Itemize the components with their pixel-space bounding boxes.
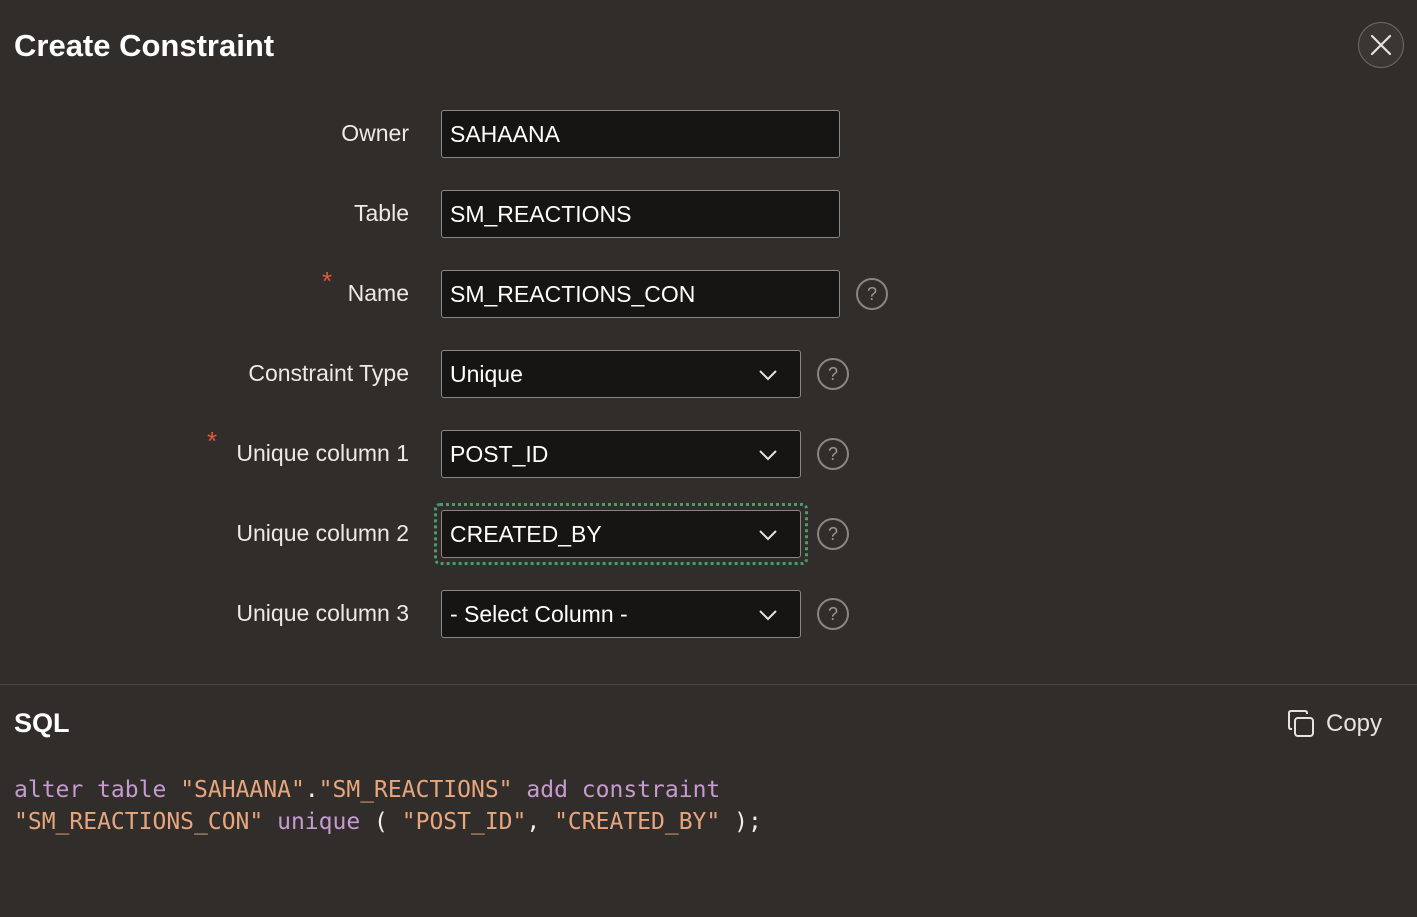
unique-column-3-row: Unique column 3 - Select Column - ? <box>0 590 1417 638</box>
constraint-type-value: Unique <box>450 361 523 387</box>
sql-string: "POST_ID" <box>401 809 527 835</box>
chevron-down-icon <box>759 450 777 461</box>
constraint-type-select[interactable]: Unique <box>441 350 801 398</box>
copy-icon <box>1288 710 1314 737</box>
sql-space <box>166 777 180 803</box>
sql-keyword: unique <box>277 809 361 835</box>
name-row: * Name SM_REACTIONS_CON ? <box>0 266 1417 318</box>
sql-string: "SM_REACTIONS" <box>318 777 513 803</box>
table-label: Table <box>354 200 409 226</box>
unique-column-2-select[interactable]: CREATED_BY <box>441 510 801 558</box>
chevron-down-icon <box>759 370 777 381</box>
table-field[interactable]: SM_REACTIONS <box>441 190 840 238</box>
unique-column-2-label: Unique column 2 <box>236 520 409 546</box>
required-marker: * <box>322 266 333 296</box>
copy-button[interactable]: Copy <box>1286 709 1382 739</box>
unique-column-1-select[interactable]: POST_ID <box>441 430 801 478</box>
help-icon[interactable]: ? <box>817 518 849 550</box>
unique-column-3-value: - Select Column - <box>450 601 628 627</box>
unique-column-1-label: Unique column 1 <box>236 440 409 466</box>
owner-label: Owner <box>341 120 409 146</box>
sql-punct: ); <box>720 809 762 835</box>
unique-column-1-value: POST_ID <box>450 441 549 467</box>
sql-string: "SM_REACTIONS_CON" <box>14 809 264 835</box>
unique-column-3-select[interactable]: - Select Column - <box>441 590 801 638</box>
name-label: Name <box>347 280 409 306</box>
sql-punct: ( <box>360 809 402 835</box>
sql-section-title: SQL <box>14 708 70 738</box>
sql-space <box>263 809 277 835</box>
unique-column-2-row: Unique column 2 CREATED_BY ? <box>0 503 1417 565</box>
dialog-title: Create Constraint <box>14 28 275 63</box>
name-input[interactable]: SM_REACTIONS_CON <box>441 270 840 318</box>
sql-keyword: alter table <box>14 777 167 803</box>
help-icon[interactable]: ? <box>817 598 849 630</box>
unique-column-1-row: * Unique column 1 POST_ID ? <box>0 426 1417 478</box>
section-divider <box>0 684 1417 685</box>
sql-punct: . <box>304 777 319 803</box>
sql-string: "CREATED_BY" <box>554 809 721 835</box>
sql-space <box>513 777 527 803</box>
unique-column-2-value: CREATED_BY <box>450 521 602 547</box>
owner-row: Owner SAHAANA <box>0 110 1417 158</box>
sql-code: alter table "SAHAANA"."SM_REACTIONS" add… <box>14 774 762 838</box>
help-icon[interactable]: ? <box>817 438 849 470</box>
table-row: Table SM_REACTIONS <box>0 190 1417 238</box>
constraint-type-label: Constraint Type <box>248 360 409 386</box>
unique-column-3-label: Unique column 3 <box>236 600 409 626</box>
chevron-down-icon <box>759 610 777 621</box>
close-button[interactable] <box>1358 22 1404 68</box>
owner-field[interactable]: SAHAANA <box>441 110 840 158</box>
sql-keyword: add constraint <box>526 777 721 803</box>
sql-string: "SAHAANA" <box>180 777 305 803</box>
chevron-down-icon <box>759 530 777 541</box>
close-icon <box>1370 34 1392 56</box>
required-marker: * <box>207 426 218 456</box>
help-icon[interactable]: ? <box>817 358 849 390</box>
help-icon[interactable]: ? <box>856 278 888 310</box>
constraint-type-row: Constraint Type Unique ? <box>0 350 1417 398</box>
sql-punct: , <box>526 809 555 835</box>
copy-label: Copy <box>1326 710 1383 737</box>
